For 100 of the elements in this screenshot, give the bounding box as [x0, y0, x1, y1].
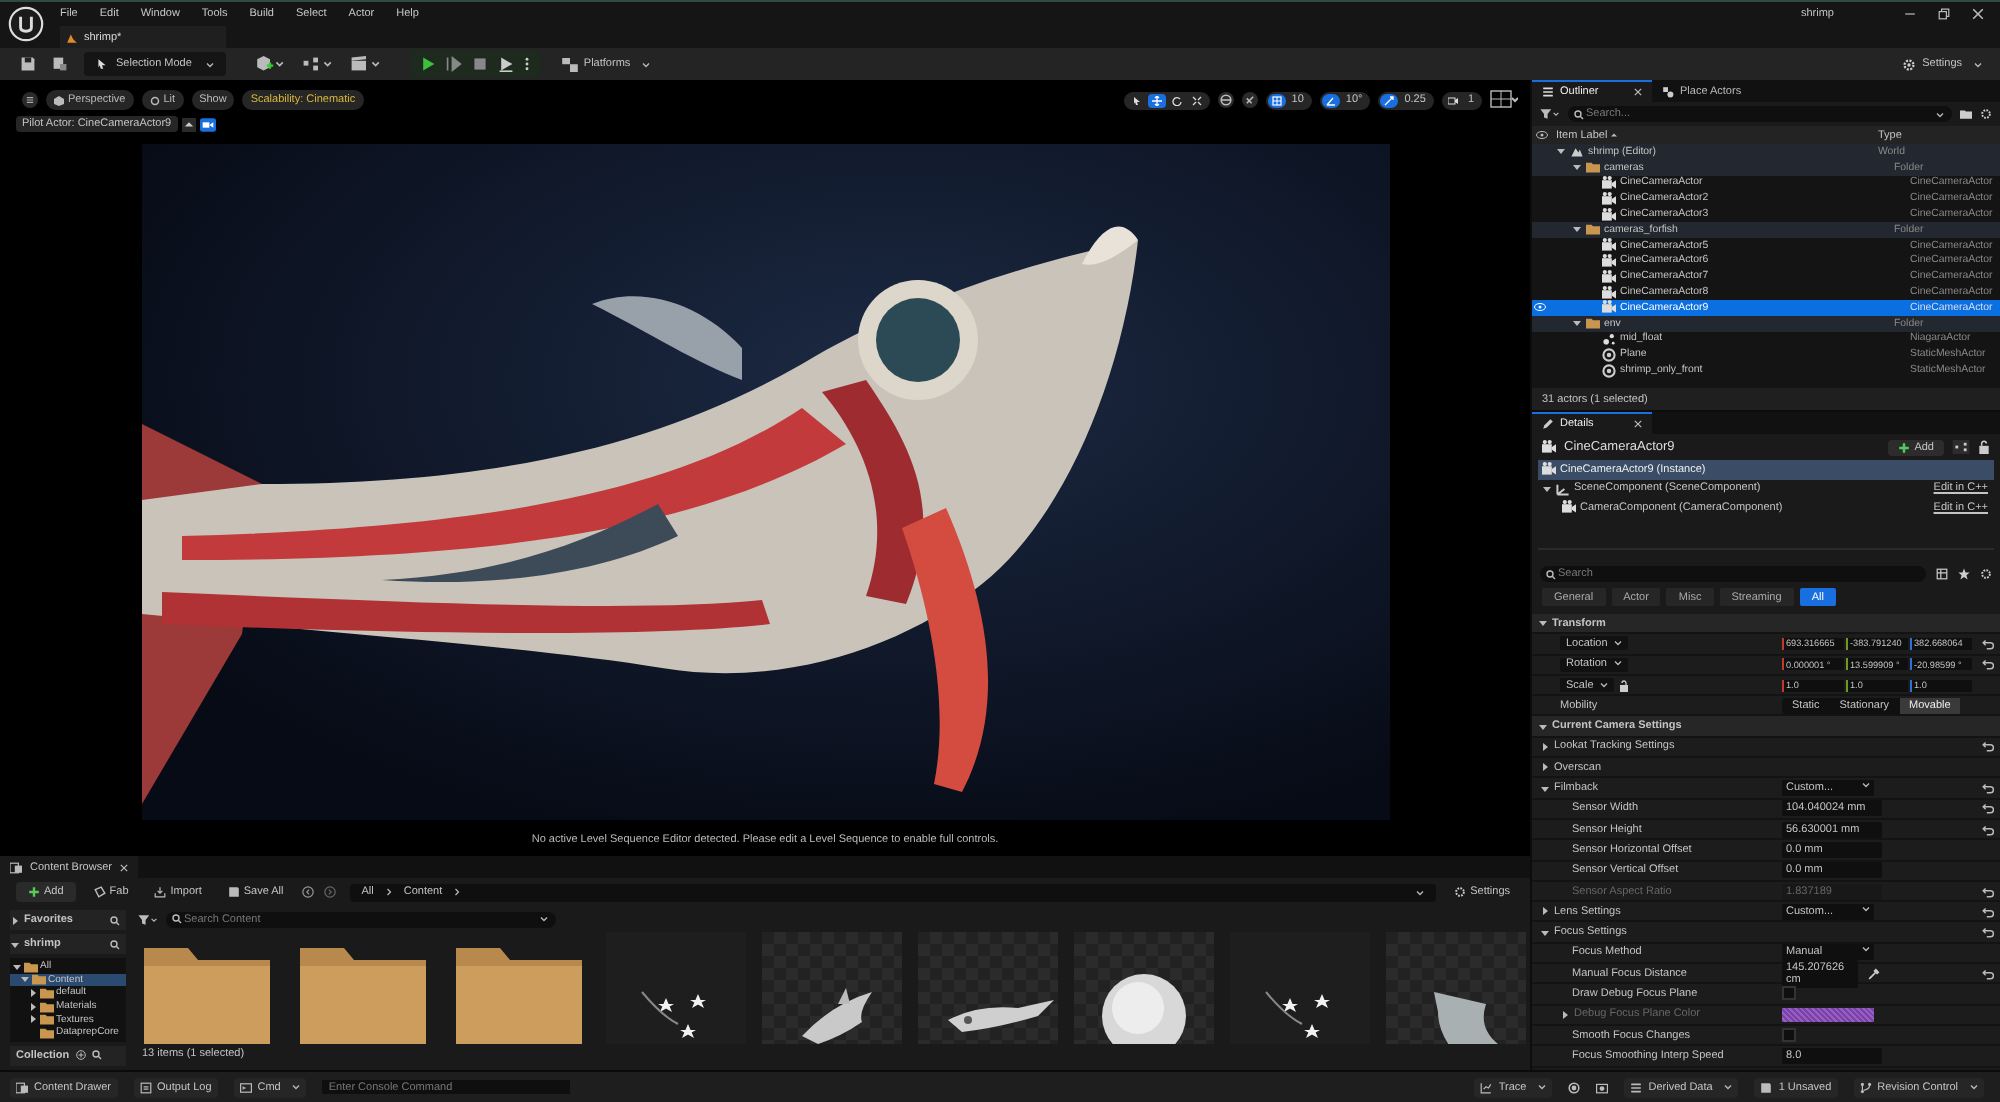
filter-icon[interactable]: [1540, 108, 1560, 120]
search-icon: [172, 914, 182, 924]
shapes-icon: [1662, 85, 1674, 97]
table-icon[interactable]: [1936, 568, 1948, 580]
search-icon[interactable]: [91, 1050, 102, 1061]
reset-icon[interactable]: [1981, 823, 1993, 836]
caret-icon[interactable]: [1556, 146, 1566, 157]
layout-icon[interactable]: [1490, 90, 1518, 110]
step-icon[interactable]: [445, 56, 462, 72]
reset-icon[interactable]: [1981, 740, 1993, 753]
chevron-down-icon: [1538, 1084, 1547, 1090]
stars-thumbnail[interactable]: [606, 932, 746, 1044]
chevron-down-icon: [1613, 639, 1622, 646]
caret-icon[interactable]: [12, 961, 22, 972]
list-icon: [1630, 1081, 1643, 1093]
stars-thumbnail[interactable]: [1230, 932, 1370, 1044]
caret-icon[interactable]: [28, 987, 38, 998]
more-icon[interactable]: [523, 56, 530, 72]
caret-icon[interactable]: [1540, 783, 1550, 794]
checkbox[interactable]: [1782, 1028, 1796, 1043]
save-icon[interactable]: [20, 56, 36, 72]
stop-icon[interactable]: [471, 56, 488, 72]
screenshot-icon[interactable]: [1596, 1081, 1609, 1093]
restore-icon[interactable]: [1938, 8, 1950, 20]
close-icon[interactable]: [119, 863, 128, 871]
plus-icon: [28, 886, 40, 898]
record-icon[interactable]: [1568, 1081, 1581, 1093]
cloth-thumbnail[interactable]: [1386, 932, 1526, 1044]
caret-icon[interactable]: [1538, 618, 1548, 629]
chevron-down-icon: [1724, 1084, 1733, 1090]
folder-icon: [1586, 160, 1600, 175]
reset-icon[interactable]: [1981, 802, 1993, 815]
chevron-down-icon: [1862, 782, 1870, 789]
caret-icon[interactable]: [1572, 318, 1582, 329]
add-icon[interactable]: [75, 1050, 86, 1061]
caret-icon[interactable]: [10, 939, 20, 949]
filter-icon[interactable]: [138, 913, 158, 925]
angle-icon: [1325, 95, 1336, 105]
logo-icon[interactable]: [8, 6, 44, 42]
shark-thumbnail[interactable]: [762, 932, 902, 1044]
search-icon[interactable]: [110, 939, 120, 949]
add-folder-icon[interactable]: [1960, 108, 1972, 120]
lock-icon[interactable]: [1978, 440, 1990, 454]
terminal-icon: [239, 1081, 252, 1093]
caret-icon[interactable]: [1540, 927, 1550, 938]
settings-icon[interactable]: [1980, 108, 1992, 120]
reset-icon[interactable]: [1981, 658, 1993, 671]
close-icon[interactable]: [1972, 8, 1984, 20]
blueprint-icon[interactable]: [301, 56, 334, 72]
caret-icon[interactable]: [1572, 162, 1582, 173]
caret-icon[interactable]: [1540, 906, 1550, 917]
back-icon[interactable]: [301, 886, 314, 898]
forward-icon[interactable]: [323, 886, 336, 898]
eject-icon[interactable]: [497, 56, 514, 72]
eye-icon[interactable]: [1536, 130, 1548, 140]
camera-icon: [1542, 440, 1556, 454]
eyedropper-icon[interactable]: [1868, 967, 1880, 980]
sphere-thumbnail[interactable]: [1074, 932, 1214, 1044]
caret-icon[interactable]: [1542, 483, 1552, 494]
reset-icon[interactable]: [1981, 926, 1993, 939]
search-icon: [1574, 109, 1584, 119]
add-actor-icon[interactable]: [253, 56, 286, 72]
browse-icon[interactable]: [52, 56, 68, 72]
minimize-icon[interactable]: [1904, 8, 1916, 20]
caret-icon[interactable]: [10, 915, 20, 925]
eject-icon[interactable]: [181, 117, 196, 131]
rotate-icon[interactable]: [1167, 93, 1186, 107]
checkbox[interactable]: [1782, 986, 1796, 1001]
blueprint-icon[interactable]: [1952, 440, 1970, 454]
caret-icon[interactable]: [1538, 721, 1548, 732]
menu-icon[interactable]: [22, 92, 38, 108]
caret-icon[interactable]: [20, 974, 30, 985]
camera-icon: [1447, 95, 1458, 105]
branch-icon: [1859, 1081, 1872, 1093]
sort-icon[interactable]: [1610, 131, 1619, 137]
reset-icon[interactable]: [1981, 782, 1993, 795]
reset-icon[interactable]: [1981, 905, 1993, 918]
scale-icon[interactable]: [1187, 93, 1206, 107]
move-icon[interactable]: [1147, 93, 1166, 107]
camera-icon[interactable]: [199, 117, 216, 131]
caret-icon[interactable]: [1572, 224, 1582, 235]
settings-icon[interactable]: [1980, 568, 1992, 580]
globe-icon[interactable]: [1217, 92, 1234, 108]
save-icon: [1760, 1081, 1773, 1093]
caret-icon[interactable]: [1540, 741, 1550, 752]
lock-icon[interactable]: [1617, 679, 1630, 692]
caret-icon[interactable]: [1540, 762, 1550, 773]
settings-icon: [1454, 886, 1467, 898]
chevron-down-icon: [1974, 61, 1982, 67]
surface-snap-icon[interactable]: [1241, 92, 1258, 108]
reset-icon[interactable]: [1981, 967, 1993, 980]
chevron-down-icon: [1613, 660, 1621, 667]
chevron-down-icon: [292, 1084, 301, 1090]
play-icon[interactable]: [419, 56, 436, 72]
reset-icon[interactable]: [1981, 637, 1993, 650]
fish-thumbnail[interactable]: [918, 932, 1058, 1044]
clapper-icon[interactable]: [349, 56, 382, 72]
search-icon[interactable]: [110, 915, 120, 925]
star-icon[interactable]: [1958, 568, 1970, 580]
chevron-down-icon: [205, 61, 214, 67]
